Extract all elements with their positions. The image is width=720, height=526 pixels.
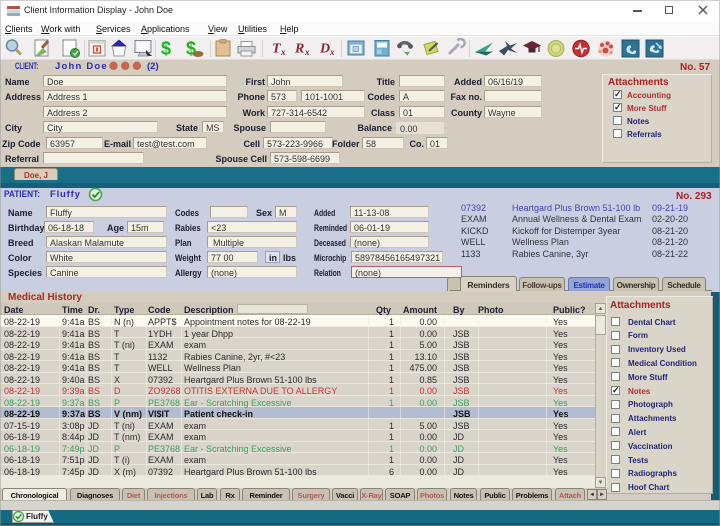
svg-text:x: x: [280, 47, 286, 57]
svg-text:$: $: [161, 39, 171, 59]
svg-text:$: $: [186, 39, 196, 59]
svg-text:D: D: [319, 42, 330, 57]
svg-text:R: R: [294, 42, 304, 57]
svg-text:x: x: [304, 47, 310, 57]
svg-text:x: x: [329, 47, 335, 57]
